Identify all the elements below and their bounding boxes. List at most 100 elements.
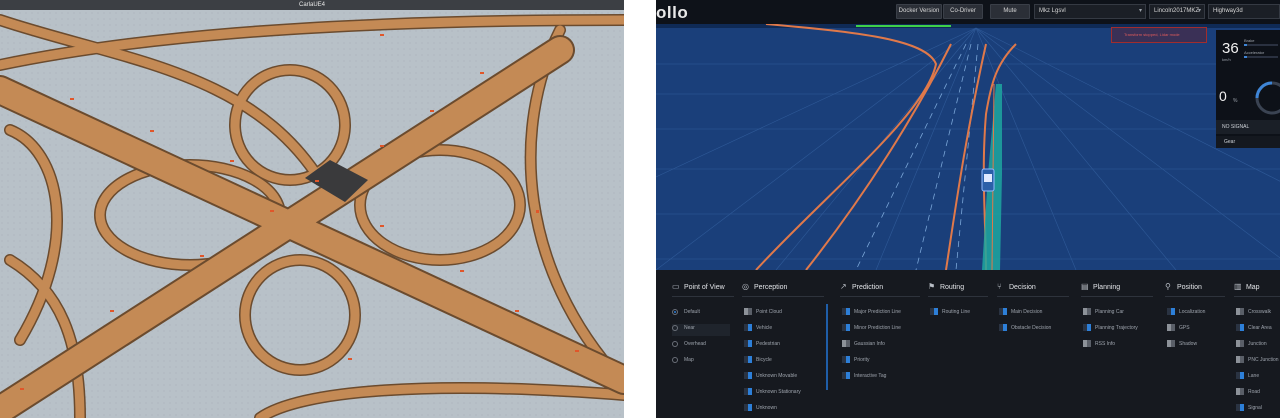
- prediction-toggle-major-line[interactable]: Major Prediction Line: [842, 308, 901, 320]
- section-title: Map: [1245, 284, 1260, 291]
- toggle-icon: [1083, 308, 1091, 316]
- toggle-icon: [1236, 372, 1244, 380]
- planning-toggle-planning-car[interactable]: Planning Car: [1083, 308, 1124, 320]
- divider: [1081, 296, 1153, 297]
- section-title: Point of View: [683, 284, 725, 291]
- toggle-icon: [744, 324, 752, 332]
- toggle-icon: [842, 372, 850, 380]
- map-toggle-lane[interactable]: Lane: [1236, 372, 1259, 384]
- toggle-icon: [842, 340, 850, 348]
- perception-toggle-unknown-movable[interactable]: Unknown Movable: [744, 372, 797, 384]
- option-label: Point Cloud: [756, 309, 782, 315]
- warning-text: Transform stopped, Lidar mode: [1124, 32, 1180, 37]
- section-title: Routing: [939, 284, 965, 291]
- divider: [928, 296, 988, 297]
- perception-toggle-vehicle[interactable]: Vehicle: [744, 324, 772, 336]
- position-toggle-localization[interactable]: Localization: [1167, 308, 1205, 320]
- map-toggle-road[interactable]: Road: [1236, 388, 1260, 400]
- carla-window: CarlaUE4: [0, 0, 624, 418]
- radio-icon: [672, 324, 678, 331]
- carla-interchange-view: [0, 10, 624, 418]
- radio-icon: [672, 308, 678, 315]
- pov-option-near[interactable]: Near: [672, 324, 730, 336]
- perception-toggle-point-cloud[interactable]: Point Cloud: [744, 308, 782, 320]
- position-toggle-gps[interactable]: GPS: [1167, 324, 1190, 336]
- pov-option-default[interactable]: Default: [672, 308, 730, 320]
- option-label: Routing Line: [942, 309, 971, 315]
- map-toggle-junction[interactable]: Junction: [1236, 340, 1267, 352]
- section-planning[interactable]: ▤ Planning: [1081, 282, 1120, 294]
- toggle-icon: [744, 340, 752, 348]
- eye-icon: ◎: [742, 282, 749, 291]
- toggle-icon: [1236, 308, 1244, 316]
- planning-toggle-rss-info[interactable]: RSS Info: [1083, 340, 1115, 352]
- toggle-icon: [744, 372, 752, 380]
- divider: [742, 296, 824, 297]
- decision-toggle-main[interactable]: Main Decision: [999, 308, 1042, 320]
- panel-scroll-indicator: [826, 304, 828, 390]
- map-toggle-clear-area[interactable]: Clear Area: [1236, 324, 1272, 336]
- toggle-icon: [744, 388, 752, 396]
- section-map[interactable]: ▥ Map: [1234, 282, 1260, 294]
- toggle-icon: [1167, 308, 1175, 316]
- section-title: Prediction: [851, 284, 884, 291]
- pov-option-overhead[interactable]: Overhead: [672, 340, 730, 352]
- mode-select[interactable]: Mkz Lgsvl ▾: [1034, 4, 1146, 19]
- toggle-icon: [1236, 324, 1244, 332]
- perception-toggle-unknown-stationary[interactable]: Unknown Stationary: [744, 388, 801, 400]
- carla-title-bar: CarlaUE4: [0, 0, 624, 10]
- perception-toggle-bicycle[interactable]: Bicycle: [744, 356, 772, 368]
- option-label: Unknown Movable: [756, 373, 798, 379]
- docker-version-button[interactable]: Docker Version: [896, 4, 942, 19]
- toggle-icon: [1083, 324, 1091, 332]
- option-label: Planning Car: [1095, 309, 1124, 315]
- section-title: Perception: [753, 284, 788, 291]
- section-prediction[interactable]: ↗ Prediction: [840, 282, 883, 294]
- gear-status: Gear: [1216, 136, 1280, 148]
- planning-toggle-trajectory[interactable]: Planning Trajectory: [1083, 324, 1138, 336]
- section-routing[interactable]: ⚑ Routing: [928, 282, 964, 294]
- section-point-of-view[interactable]: ▭ Point of View: [672, 282, 725, 294]
- prediction-toggle-priority[interactable]: Priority: [842, 356, 870, 368]
- option-label: Unknown Stationary: [756, 389, 801, 395]
- perception-toggle-unknown[interactable]: Unknown: [744, 404, 777, 416]
- option-label: Priority: [854, 357, 870, 363]
- section-position[interactable]: ⚲ Position: [1165, 282, 1202, 294]
- option-label: Gaussian Info: [854, 341, 885, 347]
- toggle-icon: [842, 356, 850, 364]
- perception-toggle-pedestrian[interactable]: Pedestrian: [744, 340, 780, 352]
- mode-select-value: Mkz Lgsvl: [1039, 8, 1066, 14]
- mute-button[interactable]: Mute: [990, 4, 1030, 19]
- accelerator-label: Accelerator: [1244, 50, 1265, 55]
- prediction-toggle-interactive-tag[interactable]: Interactive Tag: [842, 372, 886, 384]
- option-label: Default: [684, 309, 700, 315]
- map-toggle-signal[interactable]: Signal: [1236, 404, 1262, 416]
- routing-toggle-routing-line[interactable]: Routing Line: [930, 308, 970, 320]
- pov-option-map[interactable]: Map: [672, 356, 730, 368]
- co-driver-button[interactable]: Co-Driver: [943, 4, 983, 19]
- divider: [672, 296, 734, 297]
- prediction-toggle-minor-line[interactable]: Minor Prediction Line: [842, 324, 901, 336]
- map-select[interactable]: Highway3d: [1208, 4, 1280, 19]
- option-label: Shadow: [1179, 341, 1198, 347]
- flag-icon: ⚑: [928, 282, 936, 291]
- option-label: Clear Area: [1248, 325, 1272, 331]
- option-label: Bicycle: [756, 357, 772, 363]
- steering-unit: %: [1233, 98, 1238, 104]
- toggle-icon: [1167, 324, 1175, 332]
- section-decision[interactable]: ⑂ Decision: [997, 282, 1036, 294]
- prediction-toggle-gaussian-info[interactable]: Gaussian Info: [842, 340, 885, 352]
- scene-3d-view[interactable]: [656, 24, 1280, 270]
- vehicle-select[interactable]: Lincoln2017MKZ ▾: [1149, 4, 1205, 19]
- position-toggle-shadow[interactable]: Shadow: [1167, 340, 1197, 352]
- speed-value: 36: [1222, 40, 1239, 57]
- decision-toggle-obstacle[interactable]: Obstacle Decision: [999, 324, 1051, 336]
- map-toggle-crosswalk[interactable]: Crosswalk: [1236, 308, 1271, 320]
- toggle-icon: [842, 324, 850, 332]
- pin-icon: ⚲: [1165, 282, 1171, 291]
- section-perception[interactable]: ◎ Perception: [742, 282, 787, 294]
- toggle-icon: [1167, 340, 1175, 348]
- option-label: Localization: [1179, 309, 1206, 315]
- map-toggle-pnc-junction[interactable]: PNC Junction: [1236, 356, 1279, 368]
- toggle-icon: [1236, 356, 1244, 364]
